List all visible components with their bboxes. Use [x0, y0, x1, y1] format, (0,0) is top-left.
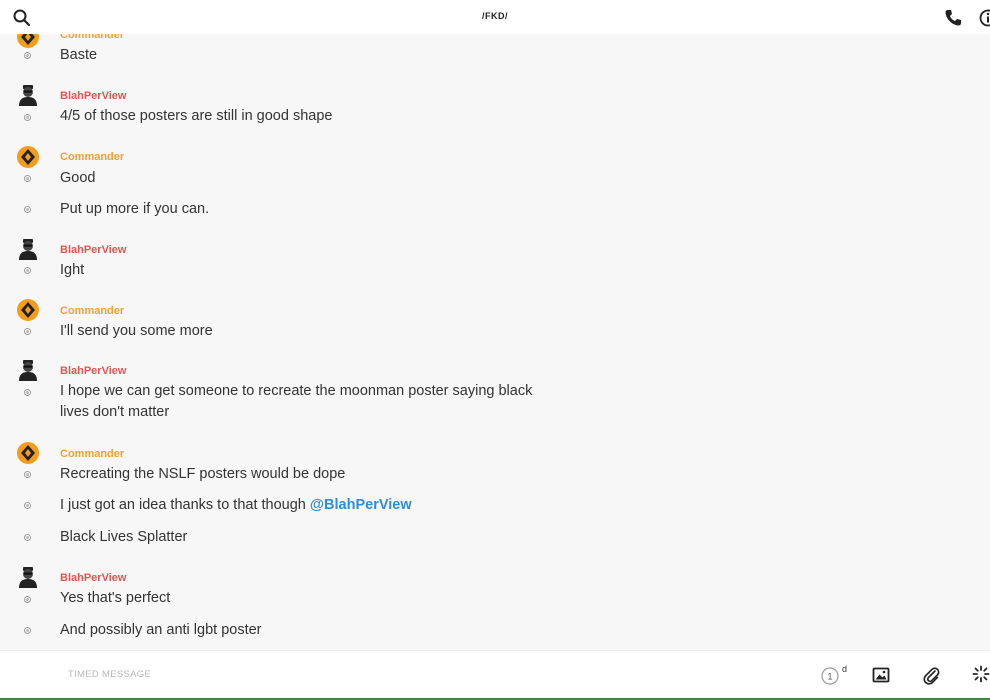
image-icon[interactable]	[872, 666, 890, 684]
message-author[interactable]: BlahPerView	[60, 90, 126, 102]
message-text: Ight	[60, 262, 85, 278]
read-status-icon	[24, 206, 31, 213]
message-author[interactable]: Commander	[60, 305, 124, 317]
message-input[interactable]: TIMED MESSAGE	[68, 669, 151, 680]
read-status-icon	[24, 596, 31, 603]
blahperview-avatar[interactable]	[17, 238, 39, 260]
blahperview-avatar[interactable]	[17, 359, 39, 381]
message-author[interactable]: BlahPerView	[60, 244, 126, 256]
user-mention[interactable]: @BlahPerView	[310, 497, 412, 513]
message-list[interactable]: Commander Baste BlahPerView 4/5 of those…	[0, 0, 990, 650]
message-text: Black Lives Splatter	[60, 529, 188, 545]
message-text: Put up more if you can.	[60, 201, 210, 217]
sparkle-icon[interactable]	[972, 665, 990, 683]
conversation-header: /FKD/	[0, 0, 990, 34]
commander-avatar[interactable]	[17, 442, 39, 464]
read-status-icon	[24, 534, 31, 541]
commander-avatar[interactable]	[17, 299, 39, 321]
message-text-body: I just got an idea thanks to that though	[60, 497, 310, 513]
message-author[interactable]: Commander	[60, 151, 124, 163]
message-author[interactable]: Commander	[60, 448, 124, 460]
message-text: Recreating the NSLF posters would be dop…	[60, 466, 346, 482]
blahperview-avatar[interactable]	[17, 566, 39, 588]
read-status-icon	[24, 267, 31, 274]
read-status-icon	[24, 502, 31, 509]
read-status-icon	[24, 114, 31, 121]
read-status-icon	[24, 389, 31, 396]
read-status-icon	[24, 52, 31, 59]
timer-unit: d	[842, 664, 847, 674]
message-text: I'll send you some more	[60, 323, 213, 339]
blahperview-avatar[interactable]	[17, 84, 39, 106]
message-text: And possibly an anti lgbt poster	[60, 622, 262, 638]
read-status-icon	[24, 627, 31, 634]
message-text: 4/5 of those posters are still in good s…	[60, 108, 333, 124]
commander-avatar[interactable]	[17, 146, 39, 168]
timer-icon[interactable]: 1 d	[820, 664, 848, 686]
message-text: I hope we can get someone to recreate th…	[60, 383, 533, 420]
read-status-icon	[24, 175, 31, 182]
message-author[interactable]: BlahPerView	[60, 365, 126, 377]
composer-bar: TIMED MESSAGE 1 d	[0, 650, 990, 699]
read-status-icon	[24, 471, 31, 478]
conversation-title[interactable]: /FKD/	[0, 11, 990, 21]
message-text: Baste	[60, 47, 98, 63]
read-status-icon	[24, 328, 31, 335]
message-text: Yes that's perfect	[60, 590, 171, 606]
message-text: Good	[60, 170, 96, 186]
timer-value: 1	[827, 672, 832, 682]
phone-icon[interactable]	[943, 8, 963, 28]
paperclip-icon[interactable]	[922, 665, 940, 685]
message-author[interactable]: BlahPerView	[60, 572, 126, 584]
message-text: I just got an idea thanks to that though…	[60, 495, 540, 516]
info-icon[interactable]	[978, 8, 990, 28]
